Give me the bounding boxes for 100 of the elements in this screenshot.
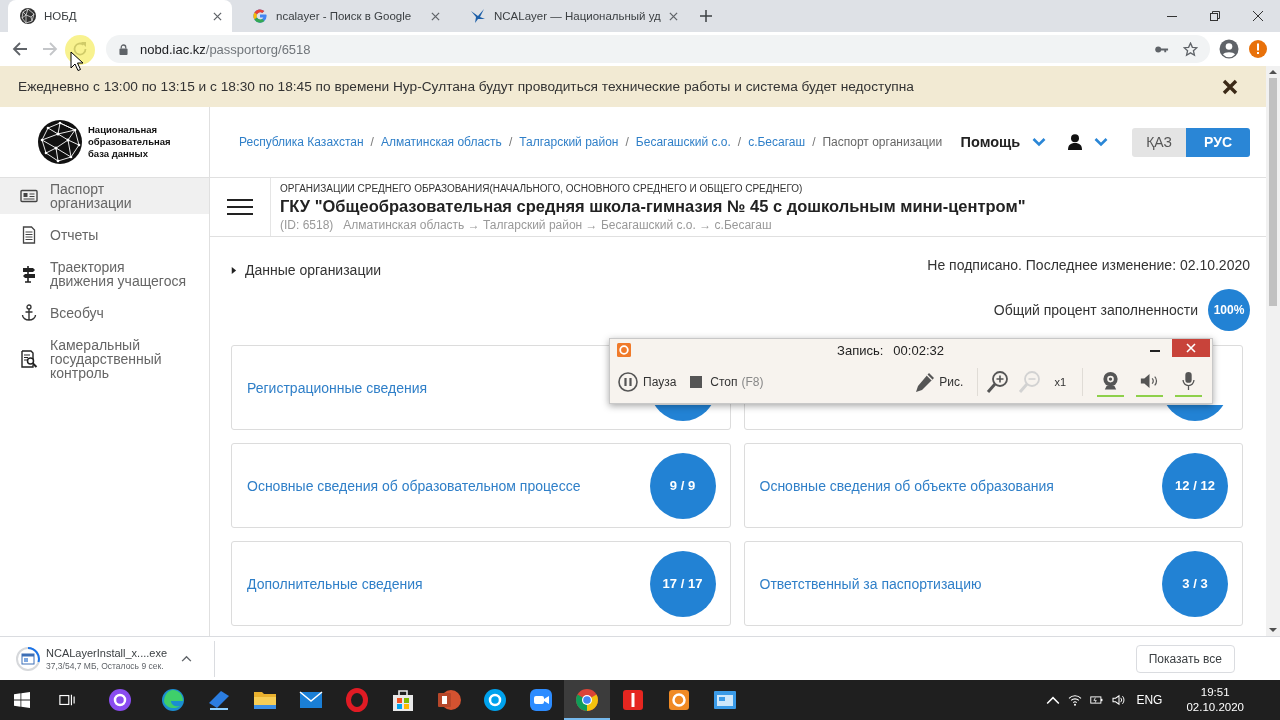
recorder-icon [667, 688, 691, 712]
signpost-icon [20, 265, 38, 283]
sidebar-item[interactable]: Отчеты [0, 222, 209, 248]
completion-label: Общий процент заполненности [993, 302, 1198, 318]
language-button[interactable]: РУС [1186, 127, 1250, 157]
recording-label: Запись: [837, 342, 884, 358]
close-icon[interactable] [213, 11, 222, 21]
microphone-icon [1179, 371, 1198, 391]
marker-icon [207, 688, 231, 712]
zoom-in-icon[interactable] [986, 370, 1011, 394]
close-icon[interactable] [1222, 78, 1238, 95]
browser-tab[interactable]: НОБД [8, 0, 232, 32]
breadcrumb-link[interactable]: с.Бесагаш [748, 135, 806, 149]
show-all-button[interactable]: Показать все [1135, 644, 1235, 673]
chevron-down-icon [1094, 137, 1109, 147]
section-link[interactable]: Основные сведения об объекте образования [759, 477, 1054, 494]
pause-button[interactable]: Пауза [618, 372, 677, 392]
favicon-icon [470, 8, 486, 24]
pause-icon [618, 372, 638, 392]
chevron-down-icon [1032, 137, 1047, 147]
section-link[interactable]: Ответственный за паспортизацию [759, 575, 982, 592]
stop-button[interactable]: Стоп (F8) [690, 375, 764, 389]
document-search-icon [20, 350, 38, 368]
person-icon [1068, 134, 1083, 150]
sidebar-item[interactable]: Паспорт организации [0, 178, 209, 214]
scrollbar[interactable] [1266, 66, 1280, 636]
favicon-icon [20, 8, 36, 24]
account-icon[interactable] [1219, 39, 1239, 59]
menu-icon[interactable] [227, 198, 253, 216]
app-tile-icon [621, 688, 645, 712]
draw-button[interactable]: Рис. [914, 371, 964, 393]
download-status: 37,3/54,7 МБ, Осталось 9 сек. [46, 659, 165, 672]
installer-file-icon [16, 646, 40, 671]
window-icon [713, 688, 737, 712]
sidebar-item[interactable]: Камеральный государственный контроль [0, 334, 209, 384]
breadcrumb-link[interactable]: Республика Казахстан [239, 135, 364, 149]
breadcrumb-separator: / [625, 135, 629, 149]
download-file-name[interactable]: NCALayerInstall_x....exe [46, 645, 168, 660]
globe-logo-icon [38, 120, 82, 164]
completion-count: 17 / 17 [649, 550, 716, 617]
new-tab-icon[interactable] [699, 10, 712, 22]
breadcrumb-current: Паспорт организации [822, 135, 943, 149]
lock-icon [119, 43, 128, 55]
status-text: Не подписано. Последнее изменение: 02.10.2020 [927, 256, 1250, 275]
scroll-down-icon[interactable] [1269, 627, 1277, 633]
browser-tab[interactable]: ncalayer - Поиск в Google [240, 0, 450, 32]
speaker-icon[interactable] [1112, 694, 1127, 706]
chevron-up-icon[interactable] [1046, 694, 1061, 706]
close-icon[interactable] [1253, 11, 1263, 21]
browser-icon [575, 688, 599, 712]
help-menu[interactable]: Помощь [960, 134, 1047, 150]
breadcrumb-separator: / [508, 135, 513, 149]
anchor-icon [20, 304, 38, 322]
scroll-up-icon[interactable] [1269, 69, 1277, 75]
speaker-icon [1140, 371, 1159, 391]
input-language[interactable]: ENG [1136, 693, 1163, 707]
notice-text: Ежедневно с 13:00 по 13:15 и с 18:30 по 18:45 по времени Нур-Султана будут проводиться технические работы и система будет недоступна [18, 79, 915, 94]
close-icon [1186, 343, 1196, 353]
section-link[interactable]: Основные сведения об образовательном процессе [247, 477, 581, 494]
completion-count: 3 / 3 [1162, 550, 1228, 617]
completion-count: 12 / 12 [1162, 452, 1228, 519]
logo-text: Национальная образовательная база данных [88, 124, 172, 160]
section-toggle[interactable]: Данные организации [230, 262, 382, 278]
section-link[interactable]: Регистрационные сведения [247, 379, 428, 396]
completion-count: 9 / 9 [649, 452, 716, 519]
windows-logo-icon [14, 692, 30, 708]
organization-location: Алматинская область → Талгарский район → Бесагашский с.о. → с.Бесагаш [343, 218, 772, 232]
section-link[interactable]: Дополнительные сведения [247, 575, 423, 592]
battery-icon[interactable] [1090, 694, 1105, 706]
alert-icon[interactable] [1248, 39, 1268, 59]
ring-icon [345, 688, 369, 712]
favicon-icon [252, 8, 268, 24]
ring-icon [483, 688, 507, 712]
stop-icon [690, 376, 703, 388]
address-field[interactable]: nobd.iac.kz/passportorg/6518 [106, 35, 1210, 63]
star-icon[interactable] [1183, 41, 1198, 57]
video-camera-icon [529, 688, 553, 712]
user-menu[interactable] [1068, 134, 1109, 150]
taskbar-button[interactable] [564, 680, 610, 720]
recorder-logo-icon [617, 343, 631, 357]
sidebar-item[interactable]: Траектория движения учащегося [0, 256, 209, 292]
sidebar-item[interactable]: Всеобуч [0, 300, 209, 326]
clock[interactable]: 19:51 02.10.2020 [1186, 685, 1244, 715]
completion-percent: 100% [1208, 289, 1250, 331]
browser-icon [161, 688, 185, 712]
breadcrumb-separator: / [370, 135, 374, 149]
scrollbar-thumb[interactable] [1269, 78, 1277, 306]
back-arrow-icon[interactable] [12, 41, 28, 57]
close-button[interactable] [1172, 339, 1210, 357]
restore-icon[interactable] [1210, 11, 1220, 21]
language-button[interactable]: ҚАЗ [1132, 127, 1186, 157]
network-icon[interactable] [1068, 694, 1083, 706]
breadcrumb-link[interactable]: Бесагашский с.о. [635, 135, 731, 149]
breadcrumb-link[interactable]: Алматинская область [380, 135, 502, 149]
breadcrumb-separator: / [737, 135, 742, 149]
zoom-level: x1 [1054, 376, 1066, 388]
organization-id: (ID: 6518) [280, 218, 334, 232]
browser-tab[interactable]: NCALayer — Национальный уд [458, 0, 688, 32]
breadcrumb-link[interactable]: Талгарский район [519, 135, 619, 149]
recording-time: 00:02:32 [893, 342, 944, 358]
